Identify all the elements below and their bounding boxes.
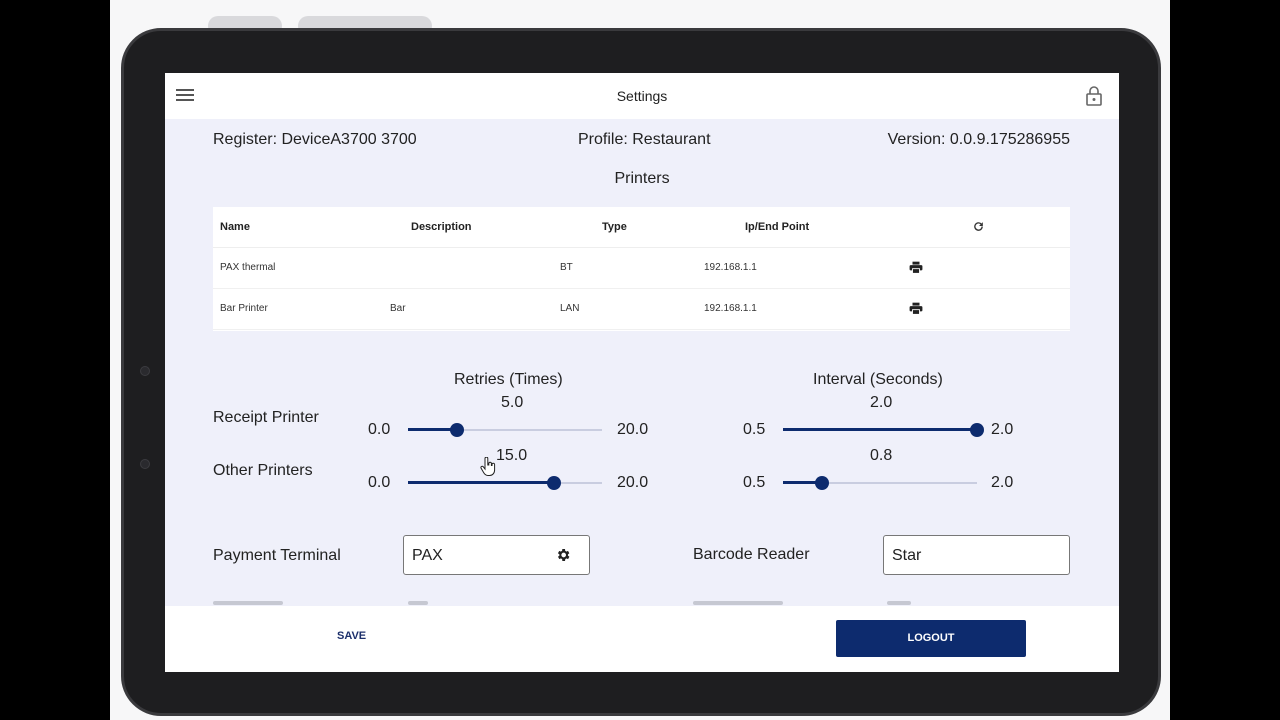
column-header: Description	[411, 221, 472, 233]
receipt-interval-slider[interactable]	[783, 420, 984, 440]
barcode-reader-field[interactable]: Star	[883, 535, 1070, 575]
printers-table: Name Description Type Ip/End Point PAX t…	[213, 207, 1070, 331]
other-retries-slider[interactable]	[408, 473, 602, 493]
clipped-row-hint	[213, 601, 283, 605]
table-row[interactable]: Bar Printer Bar LAN 192.168.1.1	[213, 289, 1070, 330]
other-retries-min: 0.0	[368, 474, 391, 491]
other-interval-slider[interactable]	[783, 473, 977, 493]
slider-thumb[interactable]	[546, 476, 561, 490]
payment-terminal-field[interactable]: PAX	[403, 535, 590, 575]
refresh-icon[interactable]	[972, 220, 985, 233]
print-icon[interactable]	[909, 261, 923, 274]
other-retries-value: 15.0	[496, 447, 528, 464]
register-info: Register: DeviceA3700 3700	[213, 131, 417, 148]
app-screen: Settings Register: DeviceA3700 3700 Prof…	[165, 73, 1119, 672]
receipt-interval-value: 2.0	[870, 394, 893, 411]
printer-type: LAN	[560, 303, 580, 314]
clipped-row-hint	[887, 601, 911, 605]
save-button[interactable]: SAVE	[337, 630, 366, 642]
column-header: Type	[602, 221, 627, 233]
app-bar: Settings	[165, 73, 1119, 119]
lock-icon[interactable]	[1085, 86, 1103, 106]
logout-button[interactable]: LOGOUT	[836, 620, 1026, 657]
printer-name: PAX thermal	[220, 262, 276, 273]
receipt-retries-slider[interactable]	[408, 420, 602, 440]
table-header: Name Description Type Ip/End Point	[213, 207, 1070, 248]
receipt-interval-min: 0.5	[743, 421, 766, 438]
hand-cursor-icon	[480, 457, 496, 476]
printer-ip: 192.168.1.1	[704, 303, 757, 314]
printers-title: Printers	[614, 170, 670, 187]
other-interval-value: 0.8	[870, 447, 893, 464]
receipt-retries-value: 5.0	[501, 394, 524, 411]
printer-description: Bar	[390, 303, 406, 314]
barcode-reader-label: Barcode Reader	[693, 546, 810, 563]
sensor-icon	[140, 459, 150, 469]
gear-icon[interactable]	[555, 547, 571, 563]
receipt-retries-max: 20.0	[617, 421, 649, 438]
barcode-reader-value: Star	[892, 547, 922, 564]
column-header: Ip/End Point	[745, 221, 810, 233]
other-interval-max: 2.0	[991, 474, 1014, 491]
other-retries-max: 20.0	[617, 474, 649, 491]
camera-icon	[140, 366, 150, 376]
presentation-stage: Settings Register: DeviceA3700 3700 Prof…	[110, 0, 1170, 720]
interval-title: Interval (Seconds)	[813, 371, 943, 388]
bottom-action-bar: SAVE LOGOUT	[165, 606, 1119, 672]
slider-thumb[interactable]	[449, 423, 464, 437]
retries-title: Retries (Times)	[454, 371, 563, 388]
column-header: Name	[220, 221, 250, 233]
printer-ip: 192.168.1.1	[704, 262, 757, 273]
receipt-retries-min: 0.0	[368, 421, 391, 438]
receipt-interval-max: 2.0	[991, 421, 1014, 438]
printer-name: Bar Printer	[220, 303, 268, 314]
clipped-row-hint	[408, 601, 428, 605]
payment-terminal-label: Payment Terminal	[213, 547, 341, 564]
receipt-printer-label: Receipt Printer	[213, 409, 319, 426]
other-printers-label: Other Printers	[213, 462, 313, 479]
printer-type: BT	[560, 262, 573, 273]
profile-info: Profile: Restaurant	[578, 131, 711, 148]
page-title: Settings	[616, 88, 668, 104]
table-row[interactable]: PAX thermal BT 192.168.1.1	[213, 248, 1070, 289]
version-info: Version: 0.0.9.175286955	[887, 131, 1070, 148]
payment-terminal-value: PAX	[412, 547, 443, 564]
slider-thumb[interactable]	[814, 476, 829, 490]
other-interval-min: 0.5	[743, 474, 766, 491]
print-icon[interactable]	[909, 302, 923, 315]
slider-thumb[interactable]	[970, 423, 984, 437]
clipped-row-hint	[693, 601, 783, 605]
